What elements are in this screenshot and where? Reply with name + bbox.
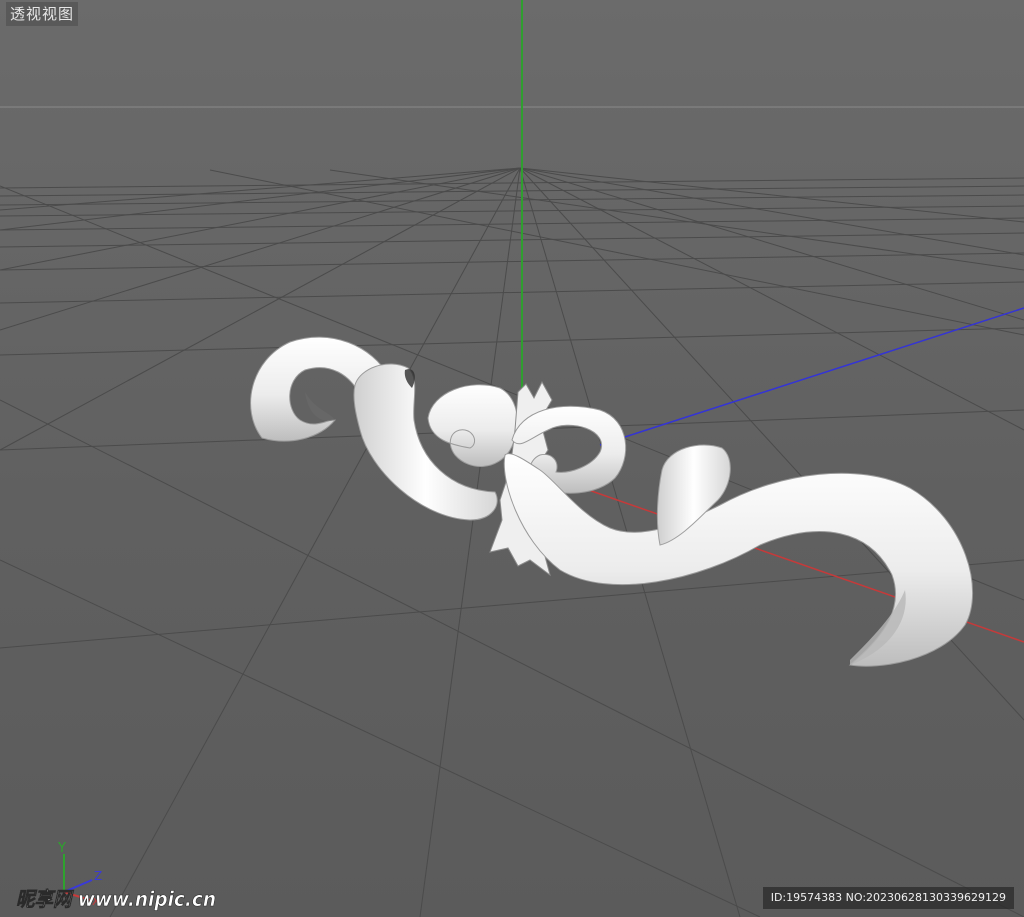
image-id-watermark: ID:19574383 NO:20230628130339629129	[762, 887, 1014, 909]
nipic-logo-text: 昵享网 www.nipic.cn	[16, 887, 216, 911]
left-curl-shadow	[305, 392, 335, 421]
gizmo-y-label: Y	[57, 841, 66, 856]
middle-curl[interactable]	[427, 384, 518, 467]
perspective-viewport[interactable]: 透视视图 Y Z X 昵享网 www.nipic.cn ID:19574383 …	[0, 0, 1024, 917]
nipic-logo: 昵享网 www.nipic.cn	[16, 887, 217, 912]
z-axis-line	[599, 307, 1024, 446]
view-label: 透视视图	[6, 2, 79, 26]
viewport-scene[interactable]	[0, 0, 1024, 917]
